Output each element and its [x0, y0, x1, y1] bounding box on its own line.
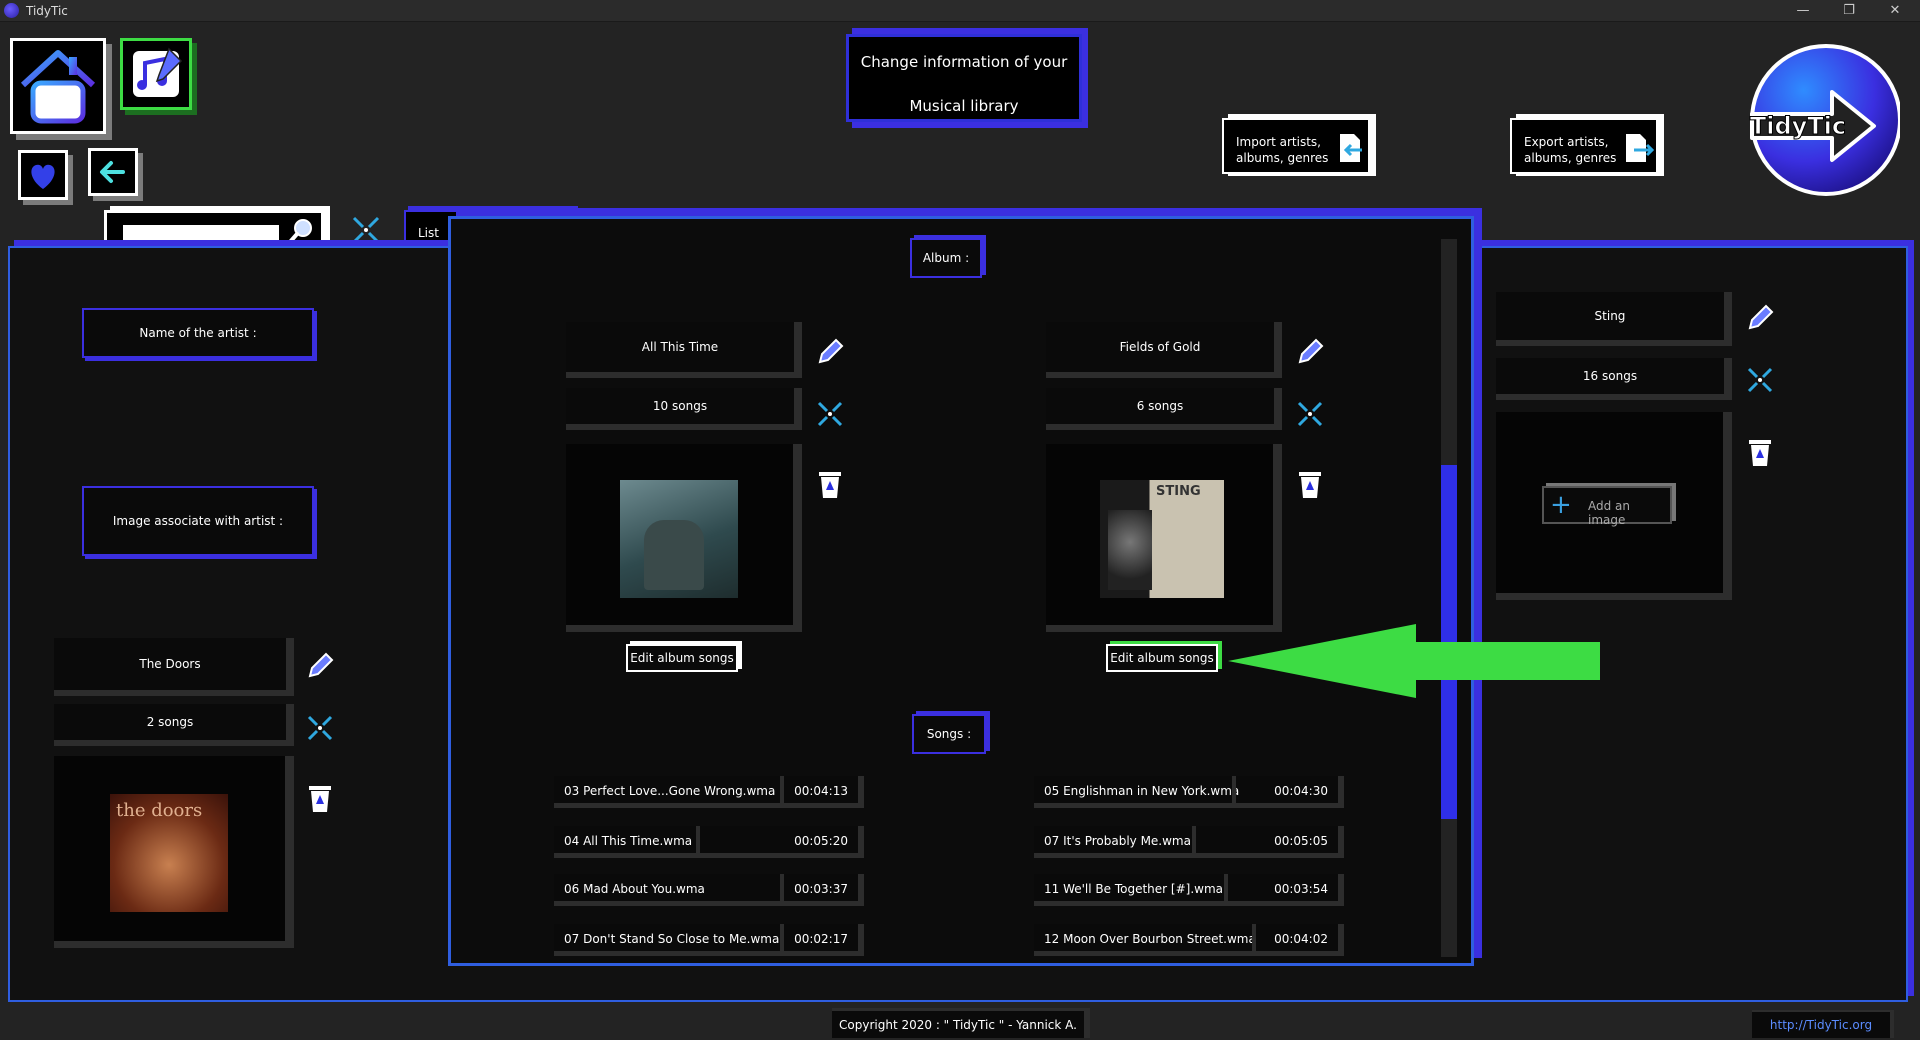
- website-link[interactable]: http://TidyTic.org: [1752, 1010, 1894, 1038]
- music-library-button[interactable]: [120, 38, 192, 110]
- artist-cover-image: the doors: [110, 794, 228, 912]
- songs-header: Songs :: [912, 714, 986, 754]
- artist-name-field[interactable]: Sting: [1496, 292, 1732, 346]
- artist-songs-count: 2 songs: [54, 704, 294, 746]
- export-label-line1: Export artists,: [1524, 135, 1609, 149]
- favorites-button[interactable]: [18, 150, 68, 200]
- album-songs-count: 6 songs: [1046, 388, 1282, 430]
- song-row[interactable]: 05 Englishman in New York.wma 00:04:30: [1034, 776, 1344, 808]
- restore-button[interactable]: ❐: [1826, 0, 1872, 22]
- close-button[interactable]: ✕: [1872, 0, 1918, 22]
- import-button[interactable]: Import artists, albums, genres: [1222, 118, 1370, 174]
- scrollbar-track[interactable]: [1441, 239, 1457, 957]
- edit-pencil-icon[interactable]: [1294, 336, 1326, 368]
- export-label-line2: albums, genres: [1524, 151, 1617, 165]
- edit-pencil-icon[interactable]: [1744, 302, 1776, 334]
- song-row[interactable]: 04 All This Time.wma 00:05:20: [554, 826, 864, 858]
- home-icon: [20, 50, 96, 124]
- artist-songs-count: 16 songs: [1496, 358, 1732, 400]
- album-cover-image: STING: [1100, 480, 1224, 598]
- album-cover-frame: [566, 444, 802, 632]
- edit-pencil-icon[interactable]: [304, 650, 336, 682]
- song-row[interactable]: 03 Perfect Love...Gone Wrong.wma 00:04:13: [554, 776, 864, 808]
- collapse-icon[interactable]: [816, 400, 844, 428]
- music-note-icon: [133, 47, 183, 97]
- trash-icon[interactable]: [306, 782, 334, 814]
- copyright-text: Copyright 2020 : " TidyTic " - Yannick A…: [832, 1008, 1090, 1038]
- trash-icon[interactable]: [816, 468, 844, 500]
- collapse-icon[interactable]: [350, 214, 382, 246]
- import-label-line1: Import artists,: [1236, 135, 1321, 149]
- heart-icon: [31, 164, 55, 189]
- search-box: [104, 210, 324, 250]
- export-button[interactable]: Export artists, albums, genres: [1510, 118, 1658, 174]
- logo-text: TidyTic: [1750, 112, 1846, 140]
- arrow-left-icon: [100, 161, 125, 183]
- search-input[interactable]: [123, 225, 279, 241]
- collapse-icon[interactable]: [306, 714, 334, 742]
- album-title-field[interactable]: Fields of Gold: [1046, 322, 1282, 378]
- page-title: Change information of your Musical libra…: [846, 34, 1082, 122]
- album-cover-image: [620, 480, 738, 598]
- export-icon: [1626, 134, 1654, 162]
- edit-album-songs-button[interactable]: Edit album songs: [1106, 644, 1218, 672]
- window-title: TidyTic: [26, 4, 68, 18]
- cover-text: the doors: [116, 800, 203, 821]
- add-image-label: Add an image: [1588, 499, 1631, 527]
- collapse-icon[interactable]: [1296, 400, 1324, 428]
- tidytic-logo: TidyTic: [1740, 40, 1902, 200]
- search-icon[interactable]: [287, 217, 315, 245]
- artist-name-field[interactable]: The Doors: [54, 638, 294, 696]
- import-label-line2: albums, genres: [1236, 151, 1329, 165]
- home-button[interactable]: [10, 38, 106, 134]
- trash-icon[interactable]: [1746, 436, 1774, 468]
- artist-name-label: Name of the artist :: [82, 308, 314, 358]
- artist-image-frame: + Add an image: [1496, 412, 1732, 600]
- page-title-line2: Musical library: [909, 97, 1019, 115]
- song-row[interactable]: 11 We'll Be Together [#].wma 00:03:54: [1034, 874, 1344, 906]
- tab-list-label: List: [418, 226, 439, 240]
- annotation-arrow: [1228, 624, 1600, 698]
- album-cover-frame: STING: [1046, 444, 1282, 632]
- collapse-icon[interactable]: [1746, 366, 1774, 394]
- album-header: Album :: [910, 238, 982, 278]
- trash-icon[interactable]: [1296, 468, 1324, 500]
- plus-icon: +: [1550, 490, 1572, 520]
- app-icon: [4, 3, 19, 18]
- cover-text: STING: [1156, 484, 1201, 499]
- artist-image-label: Image associate with artist :: [82, 486, 314, 556]
- add-image-button[interactable]: + Add an image: [1542, 486, 1672, 527]
- song-row[interactable]: 12 Moon Over Bourbon Street.wma 00:04:02: [1034, 924, 1344, 956]
- song-row[interactable]: 06 Mad About You.wma 00:03:37: [554, 874, 864, 906]
- artist-image-frame: the doors: [54, 756, 294, 948]
- edit-album-songs-button[interactable]: Edit album songs: [626, 644, 738, 672]
- minimize-button[interactable]: —: [1780, 0, 1826, 22]
- album-songs-count: 10 songs: [566, 388, 802, 430]
- title-bar: TidyTic — ❐ ✕: [0, 0, 1920, 22]
- song-row[interactable]: 07 Don't Stand So Close to Me.wma 00:02:1…: [554, 924, 864, 956]
- album-title-field[interactable]: All This Time: [566, 322, 802, 378]
- song-row[interactable]: 07 It's Probably Me.wma 00:05:05: [1034, 826, 1344, 858]
- edit-pencil-icon[interactable]: [814, 336, 846, 368]
- import-icon: [1340, 134, 1362, 162]
- page-title-line1: Change information of your: [860, 53, 1068, 71]
- back-button[interactable]: [88, 148, 138, 196]
